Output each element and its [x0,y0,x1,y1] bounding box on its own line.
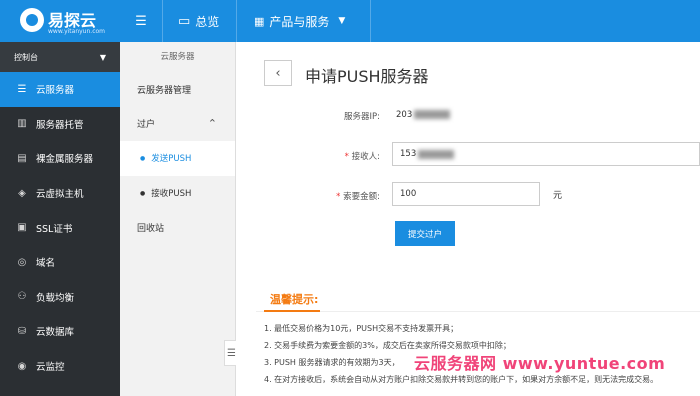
sidebar-item-label: SSL证书 [36,223,73,235]
main-content: ‹ 申请PUSH服务器 服务器IP: 203 * 接收人: 153 * 索要金额… [236,42,700,396]
submit-transfer-button[interactable]: 提交过户 [395,221,455,246]
amount-label: * 索要金额: [328,190,380,202]
subnav-title: 云服务器 [160,52,195,62]
tip-item: 4. 在对方接收后，系统会自动从对方账户扣除交易款并转到您的账户下，如果对方余额… [264,375,659,384]
cloud-logo-icon [20,8,44,32]
caret-down-icon: ▼ [338,16,346,26]
server-ip-text: 203 [396,110,413,120]
redacted-mask [414,110,451,119]
subnav-item-label: 接收PUSH [151,189,192,200]
brand-logo[interactable]: 易探云 www.yitanyun.com [0,0,120,42]
receiver-label: * 接收人: [328,150,380,162]
menu-toggle-button[interactable]: ☰ [120,0,162,42]
sidebar-item-label: 服务器托管 [36,119,84,131]
sidebar-item-virtual-host[interactable]: ◈ 云虚拟主机 [0,176,120,211]
collapse-icon: ☰ [227,347,236,359]
nav-products-label: 产品与服务 [269,14,330,29]
tip-item: 1. 最低交易价格为10元，PUSH交易不支持发票开具； [264,324,459,333]
required-mark: * [344,152,349,162]
tips-title: 温馨提示: [270,293,319,306]
page-title: 申请PUSH服务器 [305,67,429,86]
sidebar-item-label: 负载均衡 [36,292,75,304]
globe-icon: ◎ [17,256,27,268]
receiver-value: 153 [400,149,417,159]
amount-label-text: 索要金额: [343,192,380,202]
subnav-item-send-push[interactable]: ● 发送PUSH [120,141,235,176]
top-divider [370,0,371,42]
amount-unit: 元 [553,191,563,201]
tip-item: 3. PUSH 服务器请求的有效期为3天， [264,358,400,367]
subnav-item-label: 发送PUSH [151,154,192,165]
subnav-item-transfer[interactable]: 过户 ⌃ [120,107,235,142]
sidebar-item-label: 云虚拟主机 [36,189,84,201]
chevron-up-icon: ⌃ [207,117,217,131]
sidebar-item-domain[interactable]: ◎ 域名 [0,245,120,280]
sidebar-item-label: 域名 [36,258,56,270]
monitor-icon: ▭ [178,13,191,29]
tips-title-underline [264,310,320,312]
amount-input[interactable]: 100 [392,182,540,206]
menu-icon: ☰ [135,13,147,29]
sidebar-item-label: 云服务器 [36,85,75,97]
sidebar-item-bare-metal[interactable]: ▤ 裸金属服务器 [0,141,120,176]
required-mark: * [336,192,341,202]
box-icon: ◈ [18,187,26,199]
nav-overview-label: 总览 [195,14,220,29]
balance-icon: ⚇ [17,291,27,303]
redacted-mask [418,149,455,159]
subnav-item-recycle-bin[interactable]: 回收站 [120,210,235,245]
sidebar-item-label: 云数据库 [36,327,75,339]
brand-domain: www.yitanyun.com [48,28,106,35]
back-button[interactable]: ‹ [264,60,292,86]
receiver-label-text: 接收人: [351,152,380,162]
amount-value: 100 [400,189,417,199]
top-divider [162,0,163,42]
nav-overview[interactable]: ▭ 总览 [178,0,219,42]
sidebar-item-database[interactable]: ⛁ 云数据库 [0,314,120,349]
tips-divider [256,311,700,312]
server-icon: ☰ [17,83,27,95]
sidebar-item-load-balancer[interactable]: ⚇ 负载均衡 [0,280,120,315]
sidebar-item-cloud-server[interactable]: ☰ 云服务器 [0,72,120,107]
sidebar-item-label: 裸金属服务器 [36,154,94,166]
cube-icon: ▤ [17,152,27,164]
sidebar-item-ssl[interactable]: ▣ SSL证书 [0,210,120,245]
server-ip-value: 203 [396,110,451,120]
console-label: 控制台 [14,52,38,62]
sidebar-item-monitor[interactable]: ◉ 云监控 [0,349,120,384]
subnav-item-label: 回收站 [137,224,165,235]
subnav-item-label: 云服务器管理 [137,85,192,96]
subnav-item-label: 过户 [137,120,156,131]
sidebar-item-server-hosting[interactable]: ▥ 服务器托管 [0,107,120,142]
database-icon: ⛁ [17,325,27,337]
monitor-icon: ◉ [17,360,27,372]
rack-icon: ▥ [17,118,27,130]
sidebar-item-label: 云监控 [36,362,65,374]
grid-icon: ▦ [254,14,265,28]
watermark-text: 云服务器网 www.yuntue.com [414,354,666,373]
secondary-nav: 云服务器 云服务器管理 过户 ⌃ ● 发送PUSH ● 接收PUSH 回收站 [120,42,236,396]
receiver-input[interactable]: 153 [392,142,700,166]
subnav-item-receive-push[interactable]: ● 接收PUSH [120,176,235,211]
sidebar: 控制台 ▼ ☰ 云服务器 ▥ 服务器托管 ▤ 裸金属服务器 ◈ 云虚拟主机 ▣ … [0,42,120,396]
console-header[interactable]: 控制台 ▼ [0,42,120,72]
top-divider [236,0,237,42]
bullet-icon: ● [140,154,146,162]
top-bar: 易探云 www.yitanyun.com ☰ ▭ 总览 ▦ 产品与服务 ▼ [0,0,700,42]
subnav-item-server-manage[interactable]: 云服务器管理 [120,72,235,107]
chevron-left-icon: ‹ [275,65,281,81]
bullet-icon: ● [140,189,146,197]
server-ip-label: 服务器IP: [344,112,380,122]
nav-products[interactable]: ▦ 产品与服务 ▼ [254,0,345,42]
caret-down-icon: ▼ [99,52,106,62]
certificate-icon: ▣ [17,222,27,234]
